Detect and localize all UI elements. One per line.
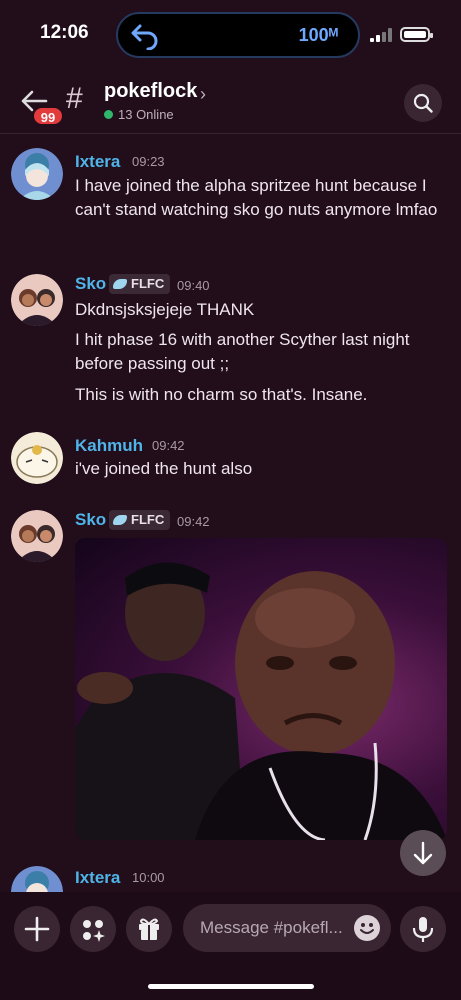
- gif-image: [75, 562, 447, 840]
- search-icon: [413, 93, 433, 113]
- author-name[interactable]: Ixtera: [75, 868, 120, 888]
- battery-icon: [400, 27, 433, 42]
- chevron-right-icon[interactable]: ›: [200, 84, 206, 105]
- voice-message-button[interactable]: [400, 906, 446, 952]
- leaf-icon: [113, 279, 127, 289]
- cellular-signal-icon: [370, 28, 392, 42]
- avatar[interactable]: [11, 274, 63, 326]
- message-text: I hit phase 16 with another Scyther last…: [75, 330, 410, 373]
- gift-button[interactable]: [126, 906, 172, 952]
- timestamp: 09:42: [152, 438, 185, 453]
- search-button[interactable]: [404, 84, 442, 122]
- author-name[interactable]: Sko: [75, 274, 106, 294]
- timestamp: 09:23: [132, 154, 165, 169]
- avatar[interactable]: [11, 432, 63, 484]
- arrow-down-icon: [413, 841, 433, 865]
- plus-icon: [24, 916, 50, 942]
- avatar[interactable]: [11, 510, 63, 562]
- clock: 12:06: [40, 22, 89, 43]
- message-text: Dkdnsjsksjejeje THANK: [75, 300, 255, 319]
- message-text: This is with no charm so that's. Insane.: [75, 385, 368, 404]
- server-tag[interactable]: FLFC: [109, 510, 171, 530]
- online-status-dot: [104, 110, 113, 119]
- gift-icon: [139, 918, 159, 940]
- author-name[interactable]: Kahmuh: [75, 436, 143, 456]
- dynamic-island[interactable]: 100ᴹ: [116, 12, 360, 58]
- undo-arrow-icon: [131, 24, 158, 50]
- leaf-icon: [113, 515, 127, 525]
- channel-header: 99 # pokeflock › 13 Online: [0, 70, 461, 134]
- online-count: 13 Online: [118, 107, 174, 122]
- sparkle-apps-icon: [83, 920, 105, 942]
- avatar[interactable]: [11, 148, 63, 200]
- channel-title[interactable]: pokeflock: [104, 80, 197, 103]
- scroll-to-bottom-button[interactable]: [400, 830, 446, 876]
- gif-attachment[interactable]: [75, 538, 447, 840]
- message-placeholder: Message #pokefl...: [200, 918, 343, 937]
- timestamp: 09:40: [177, 278, 210, 293]
- message-input[interactable]: Message #pokefl...: [183, 904, 391, 952]
- add-attachment-button[interactable]: [14, 906, 60, 952]
- author-name[interactable]: Sko: [75, 510, 106, 530]
- microphone-icon: [412, 917, 434, 942]
- timestamp: 10:00: [132, 870, 165, 885]
- status-bar: 12:06 100ᴹ: [0, 0, 461, 70]
- home-indicator: [148, 984, 314, 989]
- zoom-indicator: 100ᴹ: [298, 25, 338, 45]
- message-text: I have joined the alpha spritzee hunt be…: [75, 176, 438, 219]
- unread-badge: 99: [32, 106, 64, 126]
- server-tag[interactable]: FLFC: [109, 274, 171, 294]
- emoji-icon[interactable]: [354, 915, 380, 941]
- timestamp: 09:42: [177, 514, 210, 529]
- author-name[interactable]: Ixtera: [75, 152, 120, 172]
- apps-button[interactable]: [70, 906, 116, 952]
- channel-hash-icon: #: [66, 82, 83, 115]
- message-text: i've joined the hunt also: [75, 459, 253, 478]
